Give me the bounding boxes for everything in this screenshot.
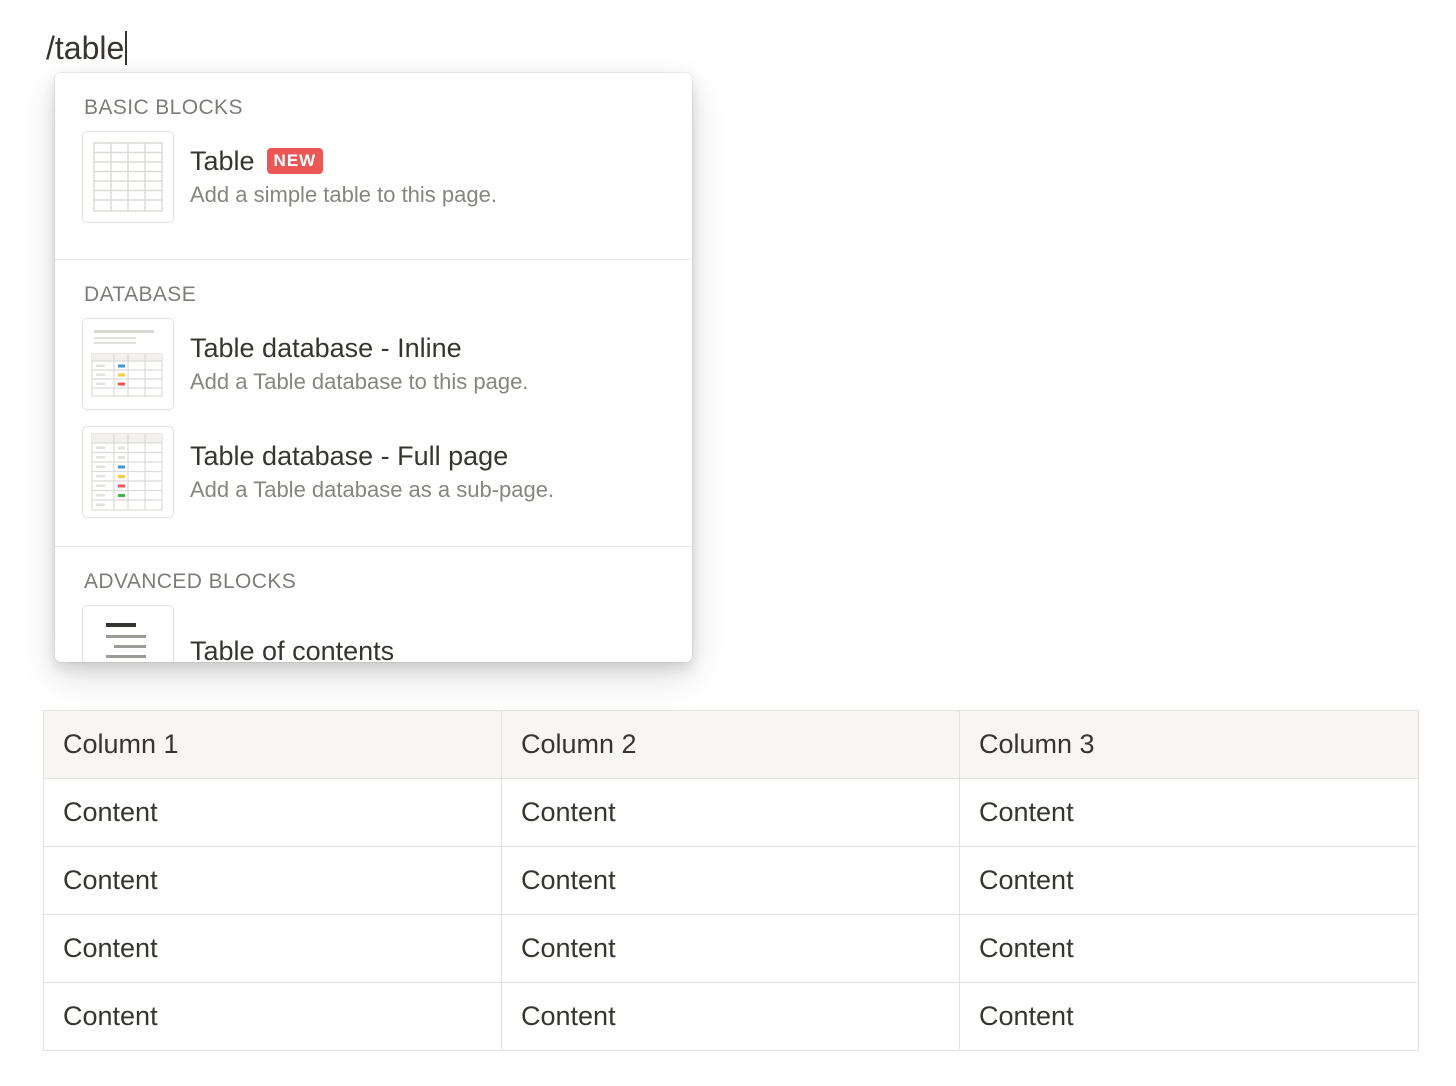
- table-cell[interactable]: Content: [501, 778, 960, 847]
- table-cell[interactable]: Content: [501, 982, 960, 1051]
- table-row: Content Content Content: [43, 778, 1419, 847]
- menu-item-description: Add a Table database to this page.: [190, 369, 529, 394]
- table-cell[interactable]: Content: [959, 846, 1419, 915]
- table-cell[interactable]: Content: [501, 914, 960, 983]
- column-header[interactable]: Column 3: [959, 710, 1419, 779]
- table-row: Content Content Content: [43, 982, 1419, 1051]
- menu-item-description: Add a Table database as a sub-page.: [190, 477, 555, 502]
- menu-section-database: DATABASE Table database - Inline Add a T…: [55, 259, 692, 546]
- inline-database-icon: [82, 318, 174, 410]
- slash-command-text: /table: [46, 30, 125, 66]
- table-cell[interactable]: Content: [501, 846, 960, 915]
- menu-item-table-database-inline[interactable]: Table database - Inline Add a Table data…: [55, 310, 692, 418]
- menu-item-title: Table database - Inline: [190, 333, 462, 363]
- text-cursor: [125, 31, 128, 65]
- table-header-row: Column 1 Column 2 Column 3: [43, 710, 1419, 779]
- new-badge: NEW: [266, 148, 324, 174]
- simple-table: Column 1 Column 2 Column 3 Content Conte…: [43, 710, 1419, 1051]
- table-cell[interactable]: Content: [43, 914, 502, 983]
- section-header: ADVANCED BLOCKS: [84, 570, 297, 593]
- full-page-database-icon: [82, 426, 174, 518]
- menu-section-basic-blocks: BASIC BLOCKS Table NEW Add a simple tabl…: [55, 73, 692, 259]
- table-cell[interactable]: Content: [43, 778, 502, 847]
- slash-command-input[interactable]: /table: [46, 28, 128, 68]
- menu-item-title: Table database - Full page: [190, 441, 509, 471]
- table-cell[interactable]: Content: [43, 982, 502, 1051]
- menu-item-description: Add a simple table to this page.: [190, 182, 497, 207]
- table-cell[interactable]: Content: [959, 778, 1419, 847]
- menu-section-advanced-blocks: ADVANCED BLOCKS Table of contents: [55, 546, 692, 662]
- menu-item-table[interactable]: Table NEW Add a simple table to this page…: [55, 123, 692, 231]
- column-header[interactable]: Column 1: [43, 710, 502, 779]
- menu-item-title: Table: [190, 146, 255, 176]
- menu-item-table-database-full-page[interactable]: Table database - Full page Add a Table d…: [55, 418, 692, 526]
- table-of-contents-icon: [82, 605, 174, 662]
- simple-table-icon: [82, 131, 174, 223]
- section-header: BASIC BLOCKS: [84, 96, 243, 119]
- section-header: DATABASE: [84, 283, 197, 306]
- table-cell[interactable]: Content: [43, 846, 502, 915]
- menu-item-title: Table of contents: [190, 636, 395, 662]
- menu-item-table-of-contents[interactable]: Table of contents: [55, 597, 692, 662]
- table-row: Content Content Content: [43, 914, 1419, 983]
- slash-command-menu[interactable]: BASIC BLOCKS Table NEW Add a simple tabl…: [55, 73, 692, 662]
- table-row: Content Content Content: [43, 846, 1419, 915]
- table-cell[interactable]: Content: [959, 982, 1419, 1051]
- column-header[interactable]: Column 2: [501, 710, 960, 779]
- table-cell[interactable]: Content: [959, 914, 1419, 983]
